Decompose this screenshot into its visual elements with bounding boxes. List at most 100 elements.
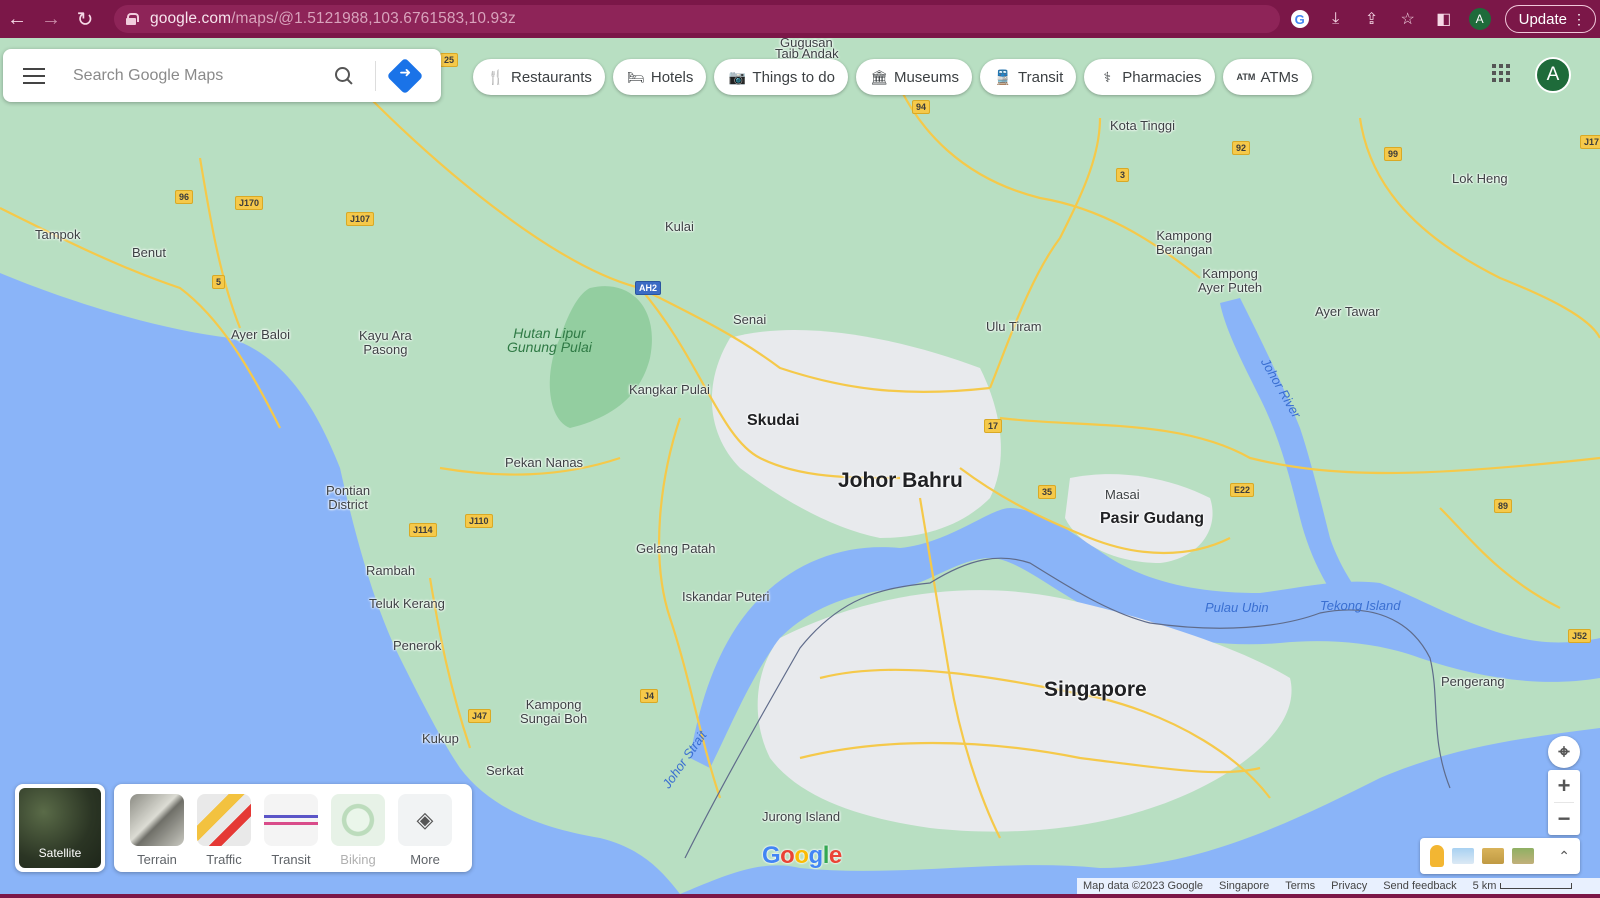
label-iskandar-puteri: Iskandar Puteri	[682, 589, 770, 604]
expand-up-icon[interactable]: ⌃	[1558, 848, 1570, 865]
back-icon[interactable]: ←	[0, 0, 34, 38]
fork-knife-icon: 🍴	[487, 68, 505, 85]
chip-label: Museums	[893, 68, 959, 86]
train-icon: 🚆	[994, 68, 1012, 85]
browser-toolbar: ← → ↻ google.com/maps/@1.5121988,103.676…	[0, 0, 1600, 38]
region-link[interactable]: Singapore	[1219, 880, 1269, 892]
my-location-icon[interactable]: ⌖	[1548, 736, 1580, 768]
layer-label: Biking	[340, 852, 376, 867]
chip-transit[interactable]: 🚆 Transit	[980, 59, 1077, 95]
label-pulau-ubin: Pulau Ubin	[1205, 600, 1269, 615]
menu-icon[interactable]	[23, 67, 45, 84]
label-tekong-island: Tekong Island	[1320, 598, 1401, 613]
search-icon[interactable]	[333, 65, 355, 87]
label-singapore: Singapore	[1044, 678, 1147, 701]
profile-avatar[interactable]: A	[1465, 4, 1495, 34]
privacy-link[interactable]: Privacy	[1331, 880, 1367, 892]
label-ayer-baloi: Ayer Baloi	[231, 327, 291, 342]
terms-link[interactable]: Terms	[1285, 880, 1315, 892]
route-shield-ah2: AH2	[635, 281, 662, 295]
chip-label: Restaurants	[511, 68, 592, 86]
label-masai: Masai	[1105, 487, 1140, 502]
transit-icon	[264, 794, 318, 846]
search-input[interactable]	[73, 66, 323, 85]
label-kampong-sungai-boh: Kampong Sungai Boh	[520, 697, 588, 726]
label-rambah: Rambah	[366, 563, 416, 578]
layer-label: Terrain	[137, 852, 177, 867]
label-pengerang: Pengerang	[1441, 674, 1505, 689]
chip-label: Hotels	[650, 68, 694, 86]
chip-pharmacies[interactable]: ⚕ Pharmacies	[1084, 59, 1215, 95]
google-apps-icon[interactable]	[1492, 64, 1510, 82]
layer-transit[interactable]: Transit	[264, 794, 318, 872]
search-divider	[375, 60, 376, 91]
satellite-layer-button[interactable]: Satellite	[15, 784, 105, 872]
pegman-icon[interactable]	[1430, 845, 1444, 867]
route-shield-j110: J110	[465, 514, 493, 528]
reload-icon[interactable]: ↻	[68, 0, 102, 38]
category-chips: 🍴 Restaurants 🛏 Hotels 📷 Things to do 🏛 Muse…	[473, 59, 1312, 95]
biking-icon	[331, 794, 385, 846]
side-panel-icon[interactable]: ◧	[1429, 4, 1459, 34]
label-senai: Senai	[733, 312, 767, 327]
label-jurong-island: Jurong Island	[762, 809, 841, 824]
url-text[interactable]: google.com/maps/@1.5121988,103.6761583,1…	[150, 10, 516, 28]
map-data-attribution: Map data ©2023 Google	[1083, 880, 1204, 892]
atm-icon: ATM	[1236, 72, 1256, 82]
route-shield-5: 5	[212, 275, 226, 289]
label-kukup: Kukup	[422, 731, 459, 746]
install-app-icon[interactable]: ⤓	[1321, 4, 1351, 34]
forward-icon[interactable]: →	[34, 0, 68, 38]
label-pontian-district: Pontian District	[326, 483, 371, 512]
share-icon[interactable]: ⇪	[1357, 4, 1387, 34]
layer-terrain[interactable]: Terrain	[130, 794, 184, 872]
google-lens-icon[interactable]: G	[1285, 4, 1315, 34]
lock-icon[interactable]	[126, 13, 139, 25]
imagery-thumb-3[interactable]	[1512, 848, 1534, 864]
label-skudai: Skudai	[747, 412, 800, 429]
more-vert-icon: ⋮	[1572, 11, 1586, 27]
label-kampong-berangan: Kampong Berangan	[1156, 228, 1213, 257]
chip-hotels[interactable]: 🛏 Hotels	[612, 59, 707, 95]
layer-biking[interactable]: Biking	[331, 794, 385, 872]
label-hutan-lipur: Hutan Lipur Gunung Pulai	[507, 325, 592, 355]
layer-traffic[interactable]: Traffic	[197, 794, 251, 872]
label-gelang-patah: Gelang Patah	[636, 541, 716, 556]
route-shield-j170: J170	[235, 196, 264, 210]
chip-things-to-do[interactable]: 📷 Things to do	[714, 59, 848, 95]
chip-restaurants[interactable]: 🍴 Restaurants	[473, 59, 605, 95]
imagery-thumb-1[interactable]	[1452, 848, 1474, 864]
route-shield-92: 92	[1232, 141, 1251, 155]
chip-atms[interactable]: ATM ATMs	[1222, 59, 1312, 95]
label-benut: Benut	[132, 245, 166, 260]
send-feedback-link[interactable]: Send feedback	[1383, 880, 1456, 892]
directions-icon[interactable]	[386, 57, 424, 94]
zoom-out-icon[interactable]: −	[1548, 803, 1580, 835]
label-ulu-tiram: Ulu Tiram	[986, 319, 1042, 334]
chip-museums[interactable]: 🏛 Museums	[855, 59, 972, 95]
route-shield-99: 99	[1384, 147, 1403, 161]
chip-label: Things to do	[752, 68, 835, 86]
label-ayer-tawar: Ayer Tawar	[1315, 304, 1380, 319]
route-shield-j47: J47	[468, 709, 492, 723]
zoom-in-icon[interactable]: +	[1548, 770, 1580, 802]
update-button[interactable]: Update ⋮	[1504, 5, 1596, 33]
scale-label[interactable]: 5 km	[1473, 880, 1497, 892]
address-bar[interactable]: google.com/maps/@1.5121988,103.6761583,1…	[114, 5, 1280, 33]
search-box	[3, 49, 441, 102]
layers-panel: Terrain Traffic Transit Biking ◈ More	[114, 784, 472, 872]
label-kampong-ayer-puteh: Kampong Ayer Puteh	[1198, 266, 1263, 295]
map-canvas[interactable]: Gugusan Taib Andak Kota Tinggi Lok Heng …	[0, 38, 1600, 894]
route-shield-j52: J52	[1568, 629, 1592, 643]
url-domain: google.com	[150, 10, 232, 27]
update-label: Update	[1518, 10, 1567, 28]
camera-icon: 📷	[728, 68, 747, 85]
route-shield-25: 25	[440, 53, 459, 67]
bookmark-star-icon[interactable]: ☆	[1393, 4, 1423, 34]
route-shield-94: 94	[912, 100, 931, 114]
account-avatar[interactable]: A	[1535, 57, 1571, 93]
route-shield-96: 96	[175, 190, 194, 204]
imagery-thumb-2[interactable]	[1482, 848, 1504, 864]
layer-more[interactable]: ◈ More	[398, 794, 452, 872]
label-kulai: Kulai	[665, 219, 694, 234]
